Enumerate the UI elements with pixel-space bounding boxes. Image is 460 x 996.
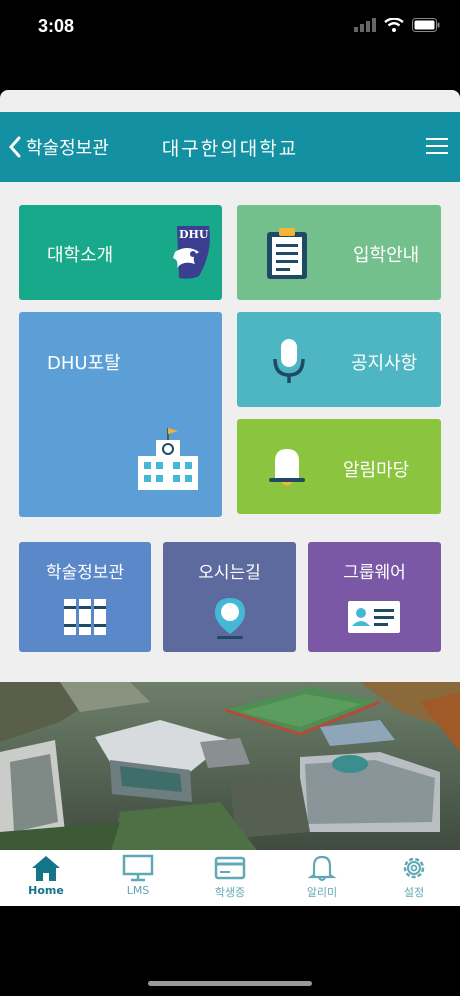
app-bar: 학술정보관 대구한의대학교	[0, 112, 460, 182]
app-screen: 학술정보관 대구한의대학교 대학소개 DHU 입학안내 DHU포탈 공지사항 알…	[0, 90, 460, 906]
tile-groupware[interactable]: 그룹웨어	[308, 542, 441, 652]
id-card-icon	[348, 601, 400, 633]
tile-portal[interactable]: DHU포탈	[19, 312, 222, 517]
tile-notice-label: 공지사항	[351, 353, 418, 374]
home-indicator[interactable]	[148, 981, 312, 986]
tab-lms-label: LMS	[126, 884, 150, 897]
status-time: 3:08	[38, 16, 75, 36]
tab-home[interactable]: Home	[0, 850, 92, 906]
tile-library[interactable]: 학술정보관	[19, 542, 151, 652]
books-icon	[64, 599, 106, 635]
tab-notifications-label: 알리미	[306, 886, 338, 899]
tab-student-id[interactable]: 학생증	[184, 850, 276, 906]
tile-about[interactable]: 대학소개 DHU	[19, 205, 222, 300]
tile-library-label: 학술정보관	[45, 563, 125, 583]
logo-text: DHU	[179, 228, 209, 241]
status-bar: 3:08	[0, 0, 460, 60]
tile-alerts-label: 알림마당	[343, 460, 410, 481]
tile-alerts[interactable]: 알림마당	[237, 419, 441, 514]
tab-notifications[interactable]: 알리미	[276, 850, 368, 906]
tab-student-id-label: 학생증	[214, 886, 246, 899]
card-icon	[214, 856, 246, 880]
tile-about-label: 대학소개	[47, 245, 114, 266]
bell-icon	[307, 855, 337, 881]
tab-settings-label: 설정	[403, 886, 425, 899]
university-logo-icon: DHU	[173, 226, 210, 279]
microphone-icon	[273, 339, 305, 383]
campus-aerial-photo	[0, 682, 460, 854]
tile-notice[interactable]: 공지사항	[237, 312, 441, 407]
tile-admission[interactable]: 입학안내	[237, 205, 441, 300]
menu-icon[interactable]	[426, 138, 448, 154]
tab-bar: Home LMS 학생증 알리미 설정	[0, 850, 460, 906]
tile-admission-label: 입학안내	[353, 245, 420, 266]
gear-icon	[403, 857, 425, 879]
clipboard-icon	[267, 228, 307, 279]
school-building-icon	[138, 428, 198, 490]
wifi-icon	[384, 18, 404, 32]
tab-home-label: Home	[28, 884, 64, 897]
bell-icon	[269, 449, 305, 486]
tile-groupware-label: 그룹웨어	[343, 563, 406, 583]
tile-portal-label: DHU포탈	[47, 353, 121, 374]
home-icon	[32, 856, 60, 881]
tile-directions-label: 오시는길	[198, 563, 261, 583]
tab-settings[interactable]: 설정	[368, 850, 460, 906]
signal-icon	[354, 18, 376, 32]
monitor-icon	[122, 854, 154, 882]
location-pin-icon	[215, 598, 245, 639]
page-title: 대구한의대학교	[161, 138, 299, 160]
tab-lms[interactable]: LMS	[92, 850, 184, 906]
tile-directions[interactable]: 오시는길	[163, 542, 296, 652]
battery-icon	[412, 18, 440, 32]
